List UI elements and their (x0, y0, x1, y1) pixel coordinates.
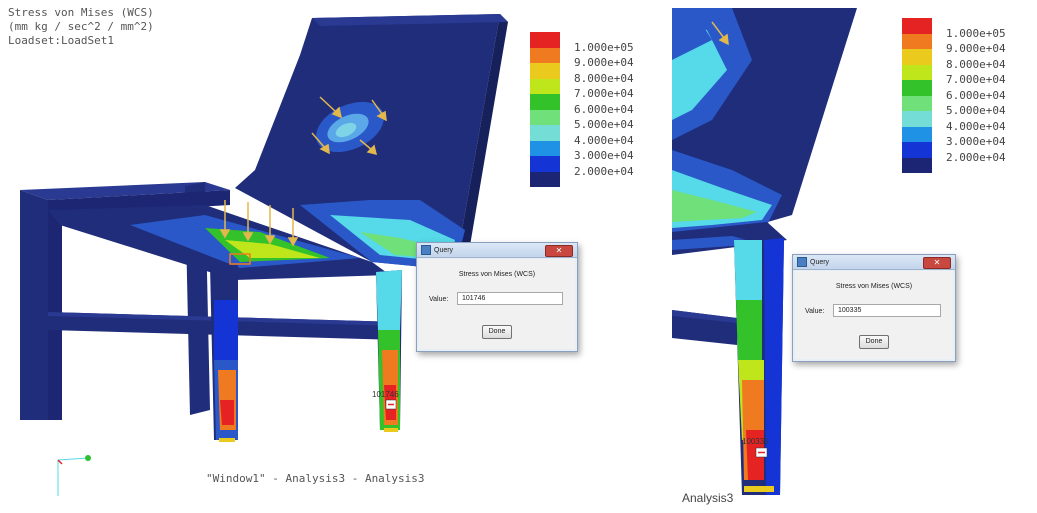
query-value-field[interactable]: 101746 (457, 292, 563, 305)
left-viewport[interactable]: Stress von Mises (WCS) (mm kg / sec^2 / … (0, 0, 660, 513)
legend-label: 9.000e+04 (946, 42, 1006, 56)
close-icon[interactable]: ✕ (923, 257, 951, 269)
legend-label: 1.000e+05 (946, 26, 1006, 40)
window-caption: "Window1" - Analysis3 - Analysis3 (206, 472, 425, 485)
legend-color-swatch (902, 157, 932, 173)
legend-label: 8.000e+04 (946, 57, 1006, 71)
legend-color-swatch (902, 64, 932, 80)
legend-color-swatch (530, 109, 560, 125)
legend-label: 5.000e+04 (574, 118, 634, 132)
result-title-line-1: Stress von Mises (WCS) (8, 6, 154, 19)
query-marker-label: 101746 (372, 390, 399, 399)
query-dialog[interactable]: Query ✕ Stress von Mises (WCS) Value: 10… (792, 254, 956, 362)
app-icon (421, 245, 431, 255)
query-dialog-title: Query (810, 258, 830, 266)
legend-color-swatch (530, 47, 560, 63)
legend-label: 6.000e+04 (946, 88, 1006, 102)
app-icon (797, 257, 807, 267)
legend-color-swatch (902, 111, 932, 127)
legend-color-swatch (530, 94, 560, 110)
legend-label: 7.000e+04 (574, 87, 634, 101)
legend-color-swatch (530, 140, 560, 156)
legend-label: 3.000e+04 (946, 135, 1006, 149)
query-marker-label: 100335 (742, 437, 769, 446)
done-button[interactable]: Done (482, 325, 512, 339)
query-dialog-body: Stress von Mises (WCS) Value: 100335 Don… (795, 271, 953, 359)
legend-color-swatch (530, 78, 560, 94)
legend-color-swatch (902, 95, 932, 111)
legend-label: 7.000e+04 (946, 73, 1006, 87)
legend-label: 1.000e+05 (574, 40, 634, 54)
legend-color-swatch (902, 18, 932, 34)
query-dialog[interactable]: Query ✕ Stress von Mises (WCS) Value: 10… (416, 242, 578, 352)
legend-color-swatch (530, 63, 560, 79)
legend-color-swatch (902, 126, 932, 142)
result-title-block: Stress von Mises (WCS) (mm kg / sec^2 / … (8, 6, 154, 48)
legend-color-swatch (902, 142, 932, 158)
query-heading: Stress von Mises (WCS) (458, 271, 536, 278)
query-value-label: Value: (429, 296, 449, 303)
legend-label: 3.000e+04 (574, 149, 634, 163)
legend-color-swatch (530, 32, 560, 48)
legend-color-swatch (902, 80, 932, 96)
result-title-line-2: (mm kg / sec^2 / mm^2) (8, 20, 154, 33)
query-heading: Stress von Mises (WCS) (835, 283, 913, 290)
legend-label: 2.000e+04 (574, 164, 634, 178)
legend-label: 4.000e+04 (946, 119, 1006, 133)
analysis-caption: Analysis3 (682, 491, 734, 505)
query-dialog-body: Stress von Mises (WCS) Value: 101746 Don… (419, 259, 575, 349)
query-value-field[interactable]: 100335 (833, 304, 941, 317)
legend-label: 4.000e+04 (574, 133, 634, 147)
legend-label: 9.000e+04 (574, 56, 634, 70)
axis-triad-icon (57, 455, 91, 496)
legend-label: 2.000e+04 (946, 150, 1006, 164)
legend-color-swatch (530, 156, 560, 172)
legend-label: 8.000e+04 (574, 71, 634, 85)
legend-color-swatch (902, 49, 932, 65)
legend-color-swatch (530, 171, 560, 187)
right-viewport[interactable]: 1.000e+05 9.000e+04 8.000e+04 7.000e+04 6.00… (672, 0, 1037, 513)
stress-color-legend: 1.000e+05 9.000e+04 8.000e+04 7.000e+04 6.00… (530, 32, 650, 192)
legend-label: 6.000e+04 (574, 102, 634, 116)
done-button[interactable]: Done (859, 335, 889, 349)
stress-color-legend: 1.000e+05 9.000e+04 8.000e+04 7.000e+04 6.00… (902, 18, 1037, 178)
result-title-line-3: Loadset:LoadSet1 (8, 34, 114, 47)
query-marker-icon (385, 399, 397, 410)
legend-label: 5.000e+04 (946, 104, 1006, 118)
query-marker-icon (755, 447, 768, 458)
close-icon[interactable]: ✕ (545, 245, 573, 257)
query-value-label: Value: (805, 308, 825, 315)
legend-color-swatch (902, 33, 932, 49)
legend-color-swatch (530, 125, 560, 141)
query-dialog-title: Query (434, 246, 454, 254)
